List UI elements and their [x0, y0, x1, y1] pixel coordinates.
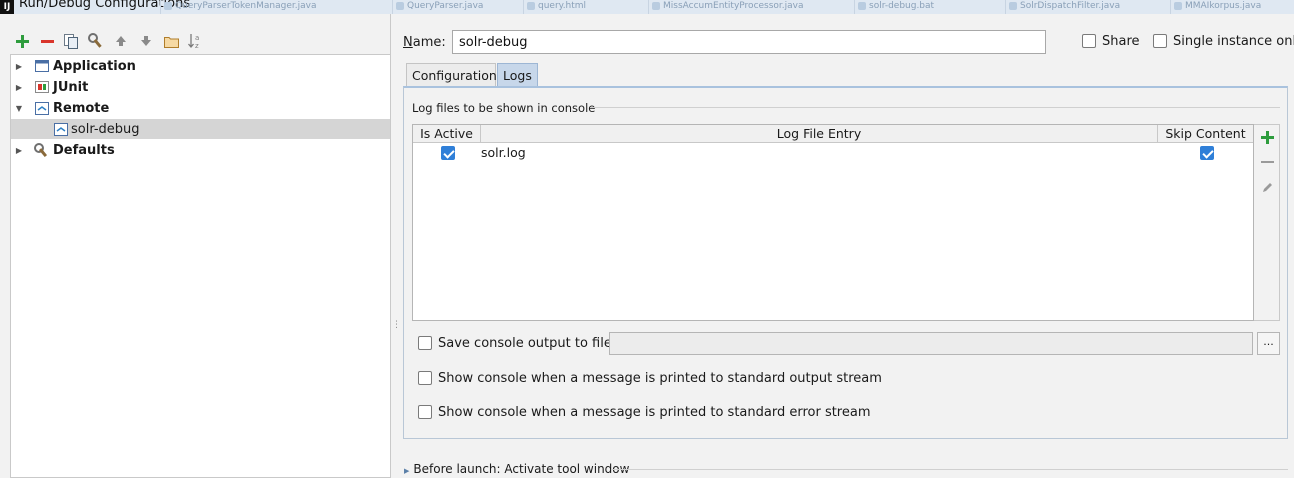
tree-item-junit[interactable]: ▶ JUnit [11, 77, 391, 97]
tab-configuration[interactable]: Configuration [406, 63, 497, 87]
share-checkbox[interactable] [1082, 34, 1096, 48]
save-output-checkbox[interactable] [418, 336, 432, 350]
background-tab[interactable]: solr-debug.bat [854, 0, 934, 14]
chevron-right-icon[interactable]: ▶ [404, 467, 409, 475]
remote-icon [35, 101, 49, 115]
background-tab[interactable]: QueryParser.java [392, 0, 483, 14]
tab-logs[interactable]: Logs [497, 63, 538, 87]
section-divider [590, 107, 1280, 108]
single-instance-label[interactable]: Single instance only [1173, 34, 1294, 49]
chevron-down-icon[interactable]: ▼ [14, 104, 24, 113]
background-tab[interactable]: query.html [523, 0, 586, 14]
configurations-tree: ▶ Application ▶ JUnit ▼ Remote solr-debu… [10, 54, 391, 478]
column-header-skip-content[interactable]: Skip Content [1158, 125, 1253, 143]
edit-defaults-icon[interactable] [86, 31, 106, 51]
chevron-right-icon[interactable]: ▶ [14, 83, 24, 92]
move-up-icon[interactable] [111, 31, 131, 51]
log-file-entry[interactable]: solr.log [481, 145, 526, 160]
configurations-panel: az ▶ Application ▶ JUnit ▼ Remote solr-d… [0, 14, 391, 478]
remote-config-icon [54, 122, 68, 136]
before-launch-toggle[interactable]: ▶ Before launch: Activate tool window [404, 462, 629, 476]
save-output-label[interactable]: Save console output to file: [438, 336, 616, 351]
title-bar: IJ Run/Debug Configurations QueryParserT… [0, 0, 1294, 14]
table-row[interactable]: solr.log [413, 144, 1253, 164]
section-title: Log files to be shown in console [412, 101, 596, 115]
application-icon [35, 59, 49, 73]
before-launch-divider [612, 469, 1288, 470]
configurations-toolbar: az [0, 31, 391, 53]
background-tab[interactable]: QueryParserTokenManager.java [160, 0, 316, 14]
tree-item-application[interactable]: ▶ Application [11, 56, 391, 76]
skip-content-checkbox[interactable] [1200, 146, 1214, 160]
tree-item-remote[interactable]: ▼ Remote [11, 98, 391, 118]
share-label[interactable]: Share [1102, 34, 1140, 49]
svg-text:z: z [195, 42, 199, 49]
edit-log-icon[interactable] [1255, 175, 1279, 199]
chevron-right-icon[interactable]: ▶ [14, 146, 24, 155]
tree-item-label: JUnit [53, 79, 89, 95]
remove-log-icon[interactable] [1255, 150, 1279, 174]
show-stderr-checkbox[interactable] [418, 405, 432, 419]
background-tab[interactable]: MissAccumEntityProcessor.java [648, 0, 804, 14]
add-icon[interactable] [12, 31, 32, 51]
before-launch-label: Before launch: Activate tool window [413, 462, 630, 476]
table-header: Is Active Log File Entry Skip Content [413, 125, 1253, 143]
add-log-icon[interactable] [1255, 125, 1279, 149]
name-label: Name: [403, 35, 446, 50]
show-stderr-label[interactable]: Show console when a message is printed t… [438, 405, 871, 420]
svg-text:a: a [195, 34, 199, 42]
tree-item-label: Defaults [53, 142, 115, 158]
background-tab[interactable]: SolrDispatchFilter.java [1005, 0, 1120, 14]
is-active-checkbox[interactable] [441, 146, 455, 160]
column-header-log-file-entry[interactable]: Log File Entry [481, 125, 1158, 143]
name-label-text: ame: [412, 35, 446, 50]
wrench-icon [34, 142, 48, 157]
panel-splitter[interactable] [390, 14, 391, 478]
folder-icon[interactable] [161, 31, 181, 51]
chevron-right-icon[interactable]: ▶ [14, 62, 24, 71]
splitter-grip-icon[interactable]: ⋮ [392, 321, 401, 335]
tree-item-label: solr-debug [71, 121, 140, 137]
browse-button[interactable]: ... [1257, 332, 1280, 355]
single-instance-checkbox[interactable] [1153, 34, 1167, 48]
tree-item-defaults[interactable]: ▶ Defaults [11, 140, 391, 160]
sort-icon[interactable]: az [186, 31, 206, 51]
move-down-icon[interactable] [136, 31, 156, 51]
copy-icon[interactable] [61, 31, 81, 51]
name-input[interactable] [452, 30, 1046, 54]
junit-icon [35, 80, 49, 94]
save-output-file-field[interactable] [609, 332, 1253, 355]
column-header-is-active[interactable]: Is Active [413, 125, 481, 143]
tree-item-solr-debug[interactable]: solr-debug [11, 119, 391, 139]
app-logo-icon: IJ [0, 0, 14, 14]
remove-icon[interactable] [37, 31, 57, 51]
show-stdout-checkbox[interactable] [418, 371, 432, 385]
log-files-table: Is Active Log File Entry Skip Content so… [412, 124, 1254, 321]
tree-item-label: Remote [53, 100, 110, 116]
tree-item-label: Application [53, 58, 136, 74]
background-tab[interactable]: MMAIkorpus.java [1170, 0, 1261, 14]
show-stdout-label[interactable]: Show console when a message is printed t… [438, 371, 882, 386]
